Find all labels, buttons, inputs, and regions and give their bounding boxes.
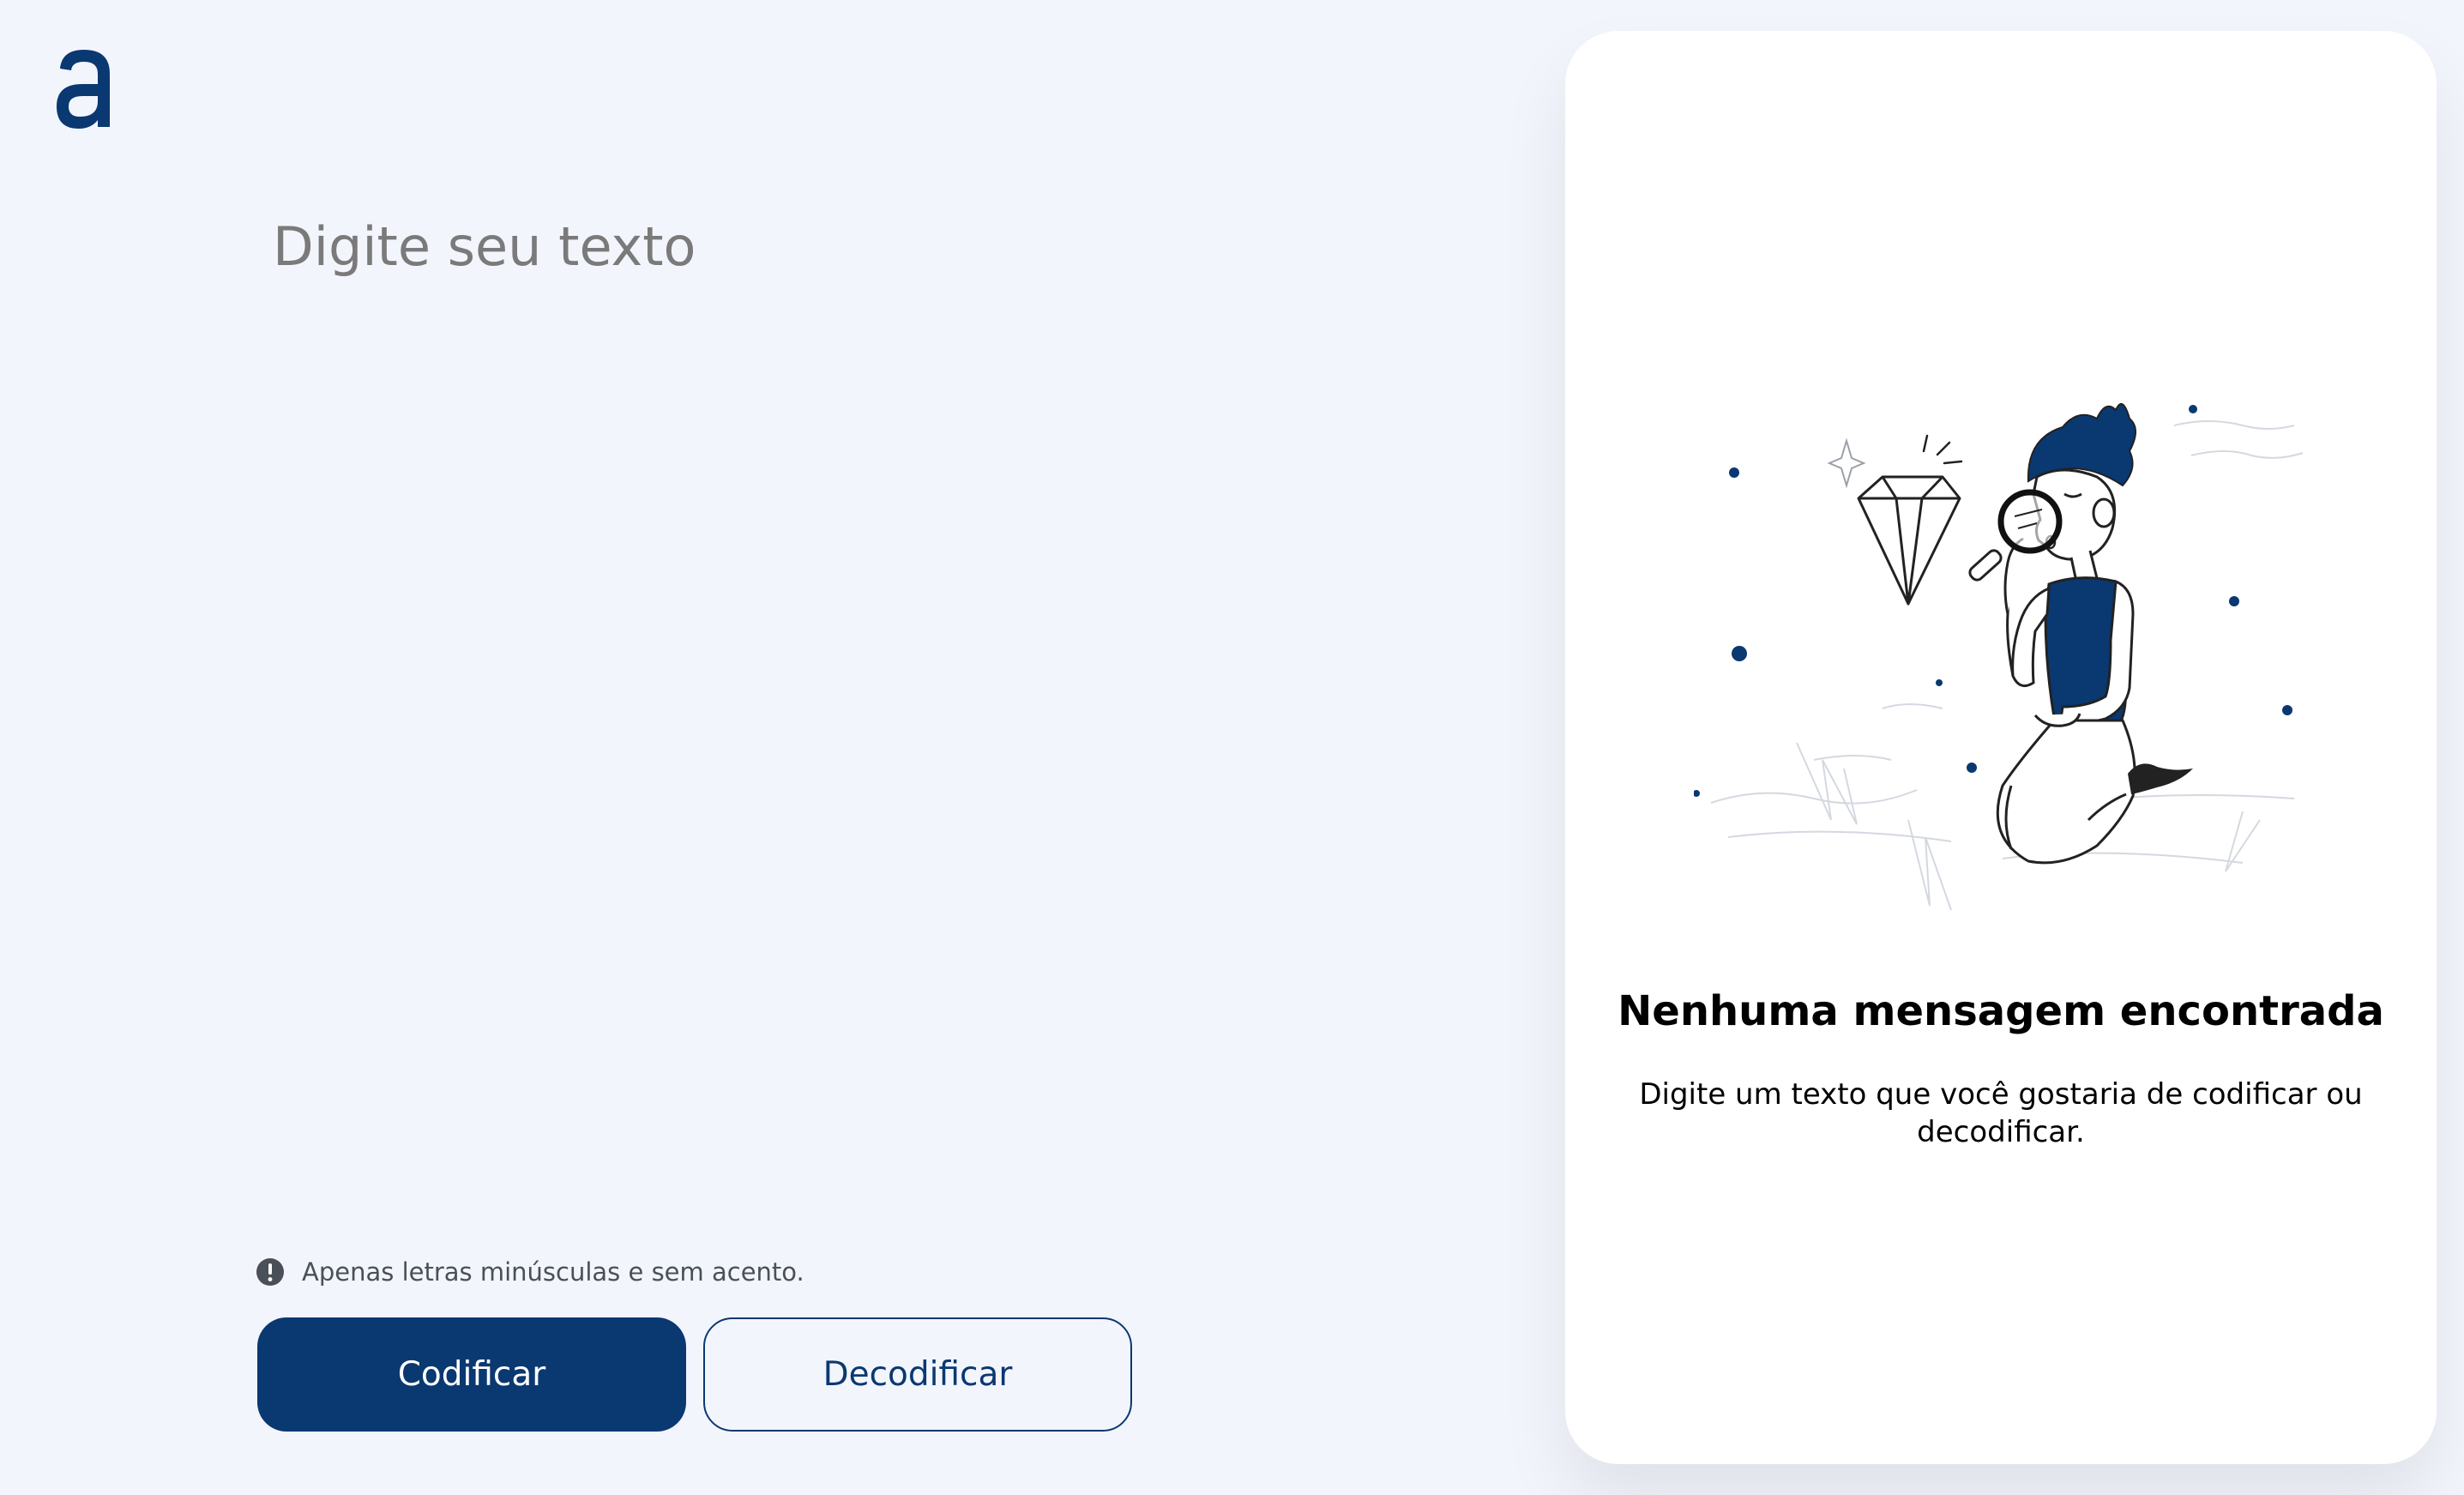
alura-logo-icon[interactable] — [53, 45, 118, 134]
person-with-magnifying-glass-illustration — [1694, 402, 2304, 911]
input-hint: Apenas letras minúsculas e sem acento. — [256, 1257, 804, 1287]
empty-state-title: Nenhuma mensagem encontrada — [1618, 987, 2384, 1035]
output-panel: Nenhuma mensagem encontrada Digite um te… — [1565, 31, 2437, 1464]
text-input[interactable] — [273, 213, 1439, 1199]
exclamation-circle-icon — [256, 1258, 284, 1286]
decrypt-button[interactable]: Decodificar — [703, 1317, 1132, 1432]
empty-state-description: Digite um texto que você gostaria de cod… — [1639, 1077, 2363, 1150]
hint-text: Apenas letras minúsculas e sem acento. — [302, 1257, 804, 1287]
encrypt-button[interactable]: Codificar — [257, 1317, 686, 1432]
